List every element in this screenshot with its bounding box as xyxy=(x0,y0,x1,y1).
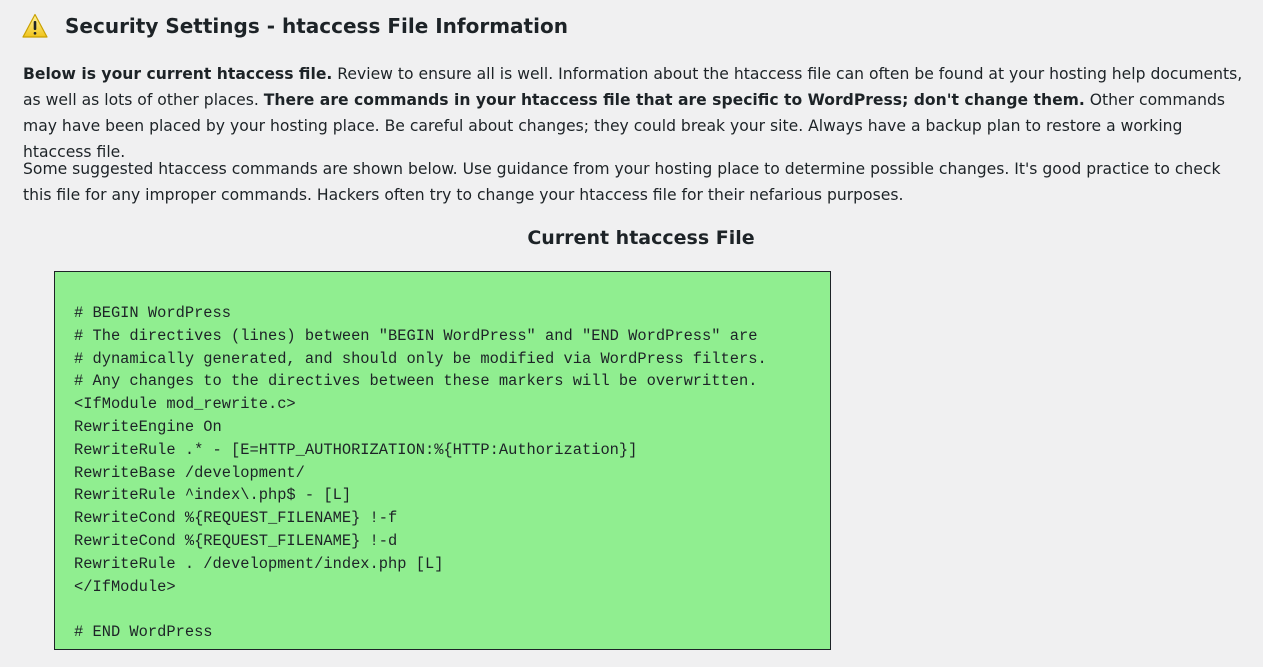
htaccess-line: # BEGIN WordPress xyxy=(74,304,232,322)
intro-bold-wordpress-warning: There are commands in your htaccess file… xyxy=(263,91,1085,109)
htaccess-line: <IfModule mod_rewrite.c> xyxy=(74,395,296,414)
warning-icon xyxy=(22,13,48,39)
htaccess-line: RewriteEngine On xyxy=(74,417,222,436)
htaccess-line: RewriteCond %{REQUEST_FILENAME} !-d xyxy=(74,531,398,550)
htaccess-line xyxy=(74,598,767,621)
page-header: Security Settings - htaccess File Inform… xyxy=(22,8,568,44)
htaccess-line: # dynamically generated, and should only… xyxy=(74,349,767,368)
intro-bold-current-file: Below is your current htaccess file. xyxy=(23,65,333,83)
htaccess-line: RewriteCond %{REQUEST_FILENAME} !-f xyxy=(74,509,398,528)
htaccess-line: </IfModule> xyxy=(74,577,176,596)
htaccess-line: # END WordPress xyxy=(74,623,213,642)
htaccess-line: RewriteRule ^index\.php$ - [L] xyxy=(74,486,352,505)
htaccess-line: RewriteRule . /development/index.php [L] xyxy=(74,554,444,573)
htaccess-line: RewriteBase /development/ xyxy=(74,463,305,482)
htaccess-line: RewriteRule .* - [E=HTTP_AUTHORIZATION:%… xyxy=(74,440,638,459)
current-file-heading: Current htaccess File xyxy=(527,227,755,249)
htaccess-line: # Any changes to the directives between … xyxy=(74,372,758,391)
intro-paragraph: Below is your current htaccess file. Rev… xyxy=(23,61,1251,165)
suggestion-paragraph: Some suggested htaccess commands are sho… xyxy=(23,160,1221,204)
htaccess-code: # BEGIN WordPress # The directives (lines… xyxy=(74,302,767,644)
htaccess-line: # The directives (lines) between "BEGIN … xyxy=(74,326,758,345)
htaccess-code-box: # BEGIN WordPress # The directives (lines… xyxy=(54,271,831,650)
page-title: Security Settings - htaccess File Inform… xyxy=(65,14,568,38)
